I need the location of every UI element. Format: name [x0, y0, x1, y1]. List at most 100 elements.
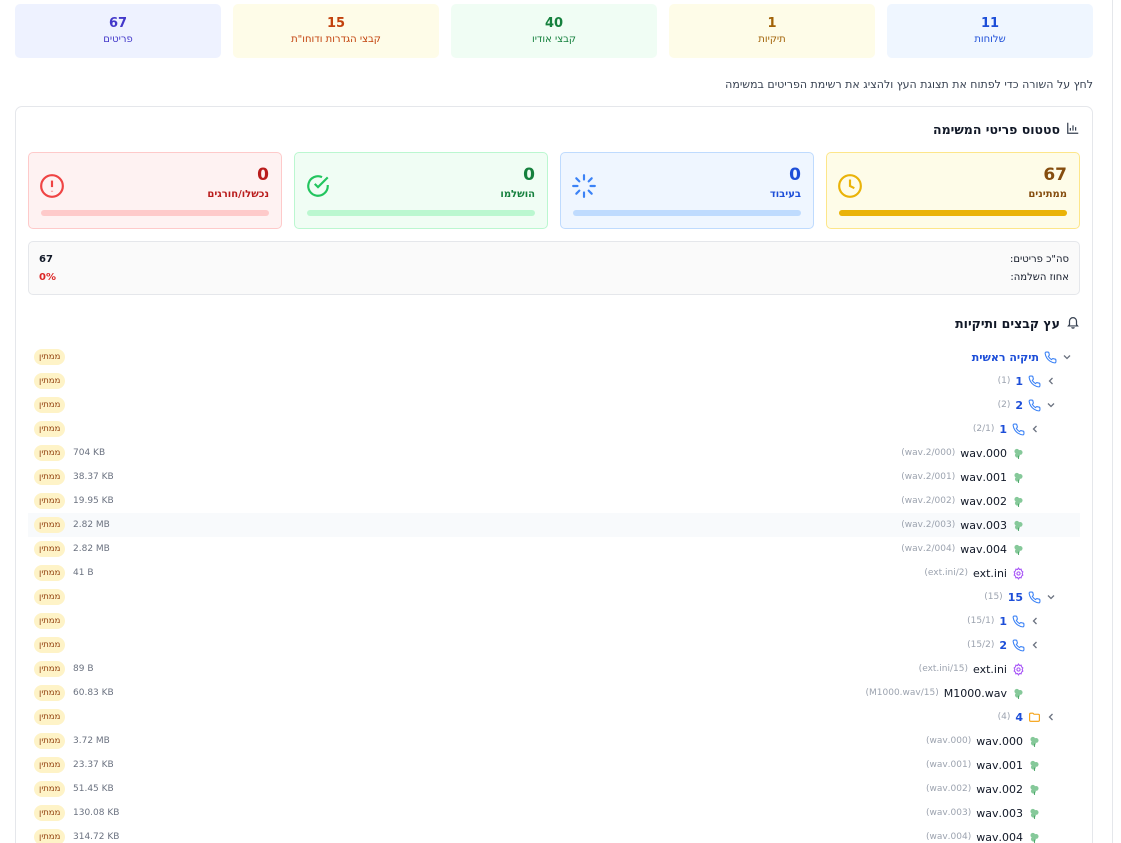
- tree-row[interactable]: 1 (1) ממתין: [28, 369, 1080, 393]
- chevron-left-icon[interactable]: [1030, 640, 1040, 650]
- tree-row[interactable]: ext.ini (15/ext.ini) 89 B ממתין: [28, 657, 1080, 681]
- status-progress-bar: [41, 210, 269, 216]
- tree-item-name: 4: [1015, 710, 1023, 724]
- tree-row[interactable]: 002.wav (002.wav) 51.45 KB ממתין: [28, 777, 1080, 801]
- settings-file-icon: [1012, 662, 1025, 676]
- tree-item-path: (2/1): [972, 424, 995, 434]
- status-cards: 67 ממתינים 0 בעיבוד 0 הושלמו 0 נכשלו/חור…: [28, 152, 1080, 229]
- tree-item-size: 314.72 KB: [73, 832, 120, 842]
- tree-item-size: 89 B: [73, 664, 94, 674]
- folder-icon: [1028, 711, 1041, 724]
- stat-label: קבצי אודיו: [531, 34, 577, 45]
- file-tree: תיקיה ראשית ממתין 1 (1) ממתין 2 (2) ממתי…: [28, 345, 1080, 843]
- bar-chart-icon: [1066, 121, 1080, 138]
- tree-row[interactable]: 000.wav (2/000.wav) 704 KB ממתין: [28, 441, 1080, 465]
- phone-icon: [1028, 399, 1041, 412]
- tree-item-size: 51.45 KB: [73, 784, 114, 794]
- bell-icon: [1066, 315, 1080, 332]
- chevron-left-icon[interactable]: [1046, 712, 1056, 722]
- tree-row[interactable]: 002.wav (2/002.wav) 19.95 KB ממתין: [28, 489, 1080, 513]
- status-progress-bar: [573, 210, 801, 216]
- chevron-left-icon[interactable]: [1030, 424, 1040, 434]
- tree-row[interactable]: 001.wav (001.wav) 23.37 KB ממתין: [28, 753, 1080, 777]
- tree-item-size: 704 KB: [73, 448, 106, 458]
- tree-row[interactable]: 2 (15/2) ממתין: [28, 633, 1080, 657]
- tree-row[interactable]: 004.wav (004.wav) 314.72 KB ממתין: [28, 825, 1080, 843]
- status-badge: ממתין: [34, 661, 66, 677]
- chevron-down-icon[interactable]: [1046, 592, 1056, 602]
- total-items-value: 67: [39, 253, 53, 265]
- stat-value: 15: [326, 16, 346, 31]
- status-section-title-text: סטטוס פריטי המשימה: [933, 122, 1060, 137]
- status-badge: ממתין: [34, 349, 66, 365]
- audio-file-icon: [1028, 807, 1041, 820]
- audio-file-icon: [1012, 687, 1025, 700]
- status-badge: ממתין: [34, 685, 66, 701]
- chevron-left-icon[interactable]: [1046, 376, 1056, 386]
- audio-file-icon: [1028, 783, 1041, 796]
- tree-row[interactable]: 004.wav (2/004.wav) 2.82 MB ממתין: [28, 537, 1080, 561]
- hint-text: לחץ על השורה כדי לפתוח את תצוגת העץ ולהצ…: [725, 78, 1093, 91]
- audio-file-icon: [1012, 543, 1025, 556]
- status-badge: ממתין: [34, 469, 66, 485]
- settings-file-icon: [1012, 566, 1025, 580]
- status-label: ממתינים: [1028, 189, 1067, 200]
- status-count: 0: [523, 165, 535, 185]
- stat-value: 1: [767, 16, 777, 31]
- status-badge: ממתין: [34, 517, 66, 533]
- tree-row[interactable]: M1000.wav (15/M1000.wav) 60.83 KB ממתין: [28, 681, 1080, 705]
- phone-icon: [1012, 615, 1025, 628]
- tree-item-name: ext.ini: [973, 662, 1007, 676]
- tree-item-name: 003.wav: [960, 518, 1007, 532]
- tree-item-path: (2/002.wav): [901, 496, 956, 506]
- status-count: 67: [1043, 165, 1067, 185]
- scrollbar-track[interactable]: [1112, 0, 1113, 843]
- tree-item-name: 004.wav: [976, 830, 1023, 843]
- status-section-title: סטטוס פריטי המשימה: [933, 121, 1080, 138]
- stat-label: שלוחות: [974, 34, 1006, 45]
- completion-percent-label: אחוז השלמה:: [1010, 271, 1069, 283]
- task-panel: סטטוס פריטי המשימה 67 ממתינים 0 בעיבוד 0…: [15, 106, 1093, 843]
- tree-item-size: 3.72 MB: [73, 736, 110, 746]
- stat-card: 1 תיקיות: [669, 4, 875, 58]
- stat-value: 40: [544, 16, 564, 31]
- tree-item-path: (002.wav): [925, 784, 972, 794]
- summary-box: סה"כ פריטים: 67 אחוז השלמה: 0%: [28, 241, 1080, 295]
- tree-row[interactable]: 4 (4) ממתין: [28, 705, 1080, 729]
- tree-row[interactable]: 000.wav (000.wav) 3.72 MB ממתין: [28, 729, 1080, 753]
- tree-item-name: 002.wav: [960, 494, 1007, 508]
- tree-row[interactable]: 001.wav (2/001.wav) 38.37 KB ממתין: [28, 465, 1080, 489]
- tree-item-path: (2): [997, 400, 1011, 410]
- status-badge: ממתין: [34, 805, 66, 821]
- stat-value: 67: [108, 16, 128, 31]
- tree-item-path: (4): [997, 712, 1011, 722]
- tree-item-path: (15/M1000.wav): [865, 688, 939, 698]
- tree-row[interactable]: 003.wav (2/003.wav) 2.82 MB ממתין: [28, 513, 1080, 537]
- chevron-left-icon[interactable]: [1030, 616, 1040, 626]
- tree-item-path: (15/ext.ini): [918, 664, 969, 674]
- audio-file-icon: [1028, 831, 1041, 843]
- top-stats-bar: 11 שלוחות 1 תיקיות 40 קבצי אודיו 15 קבצי הג…: [15, 4, 1093, 58]
- audio-file-icon: [1028, 735, 1041, 748]
- tree-row[interactable]: 1 (15/1) ממתין: [28, 609, 1080, 633]
- status-badge: ממתין: [34, 613, 66, 629]
- stat-label: תיקיות: [758, 34, 786, 45]
- tree-item-size: 2.82 MB: [73, 544, 110, 554]
- tree-item-path: (15/2): [967, 640, 995, 650]
- status-progress-bar: [839, 210, 1067, 216]
- tree-item-size: 19.95 KB: [73, 496, 114, 506]
- status-progress-bar: [307, 210, 535, 216]
- phone-icon: [1028, 375, 1041, 388]
- tree-item-name: 000.wav: [960, 446, 1007, 460]
- phone-icon: [1044, 351, 1057, 364]
- stat-card: 40 קבצי אודיו: [451, 4, 657, 58]
- chevron-down-icon[interactable]: [1046, 400, 1056, 410]
- tree-row[interactable]: 15 (15) ממתין: [28, 585, 1080, 609]
- status-badge: ממתין: [34, 397, 66, 413]
- tree-row[interactable]: 003.wav (003.wav) 130.08 KB ממתין: [28, 801, 1080, 825]
- chevron-down-icon[interactable]: [1062, 352, 1072, 362]
- tree-row[interactable]: 1 (2/1) ממתין: [28, 417, 1080, 441]
- tree-row[interactable]: תיקיה ראשית ממתין: [28, 345, 1080, 369]
- tree-row[interactable]: 2 (2) ממתין: [28, 393, 1080, 417]
- tree-row[interactable]: ext.ini (2/ext.ini) 41 B ממתין: [28, 561, 1080, 585]
